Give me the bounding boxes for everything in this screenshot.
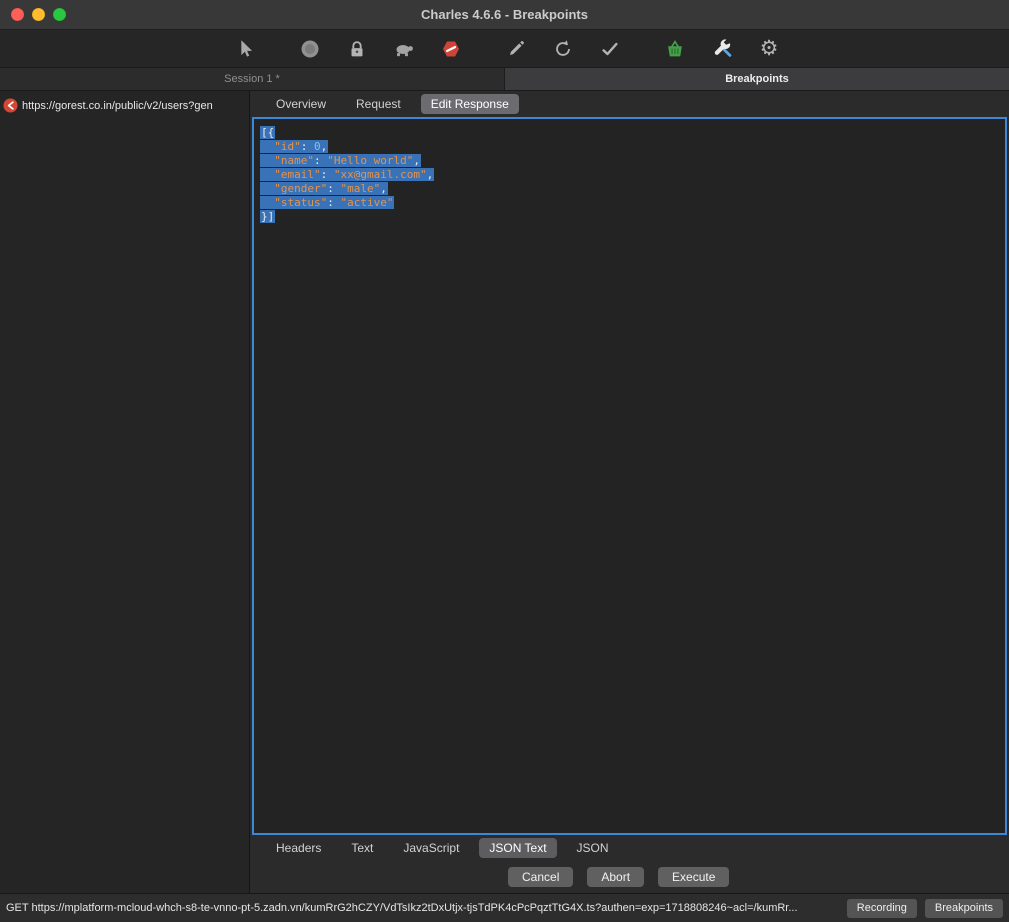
breakpoint-url: https://gorest.co.in/public/v2/users?gen	[22, 100, 213, 112]
execute-button[interactable]: Execute	[658, 867, 729, 887]
window-title: Charles 4.6.6 - Breakpoints	[0, 7, 1009, 22]
tab-breakpoints-window[interactable]: Breakpoints	[505, 68, 1009, 90]
statusbar: GET https://mplatform-mcloud-whch-s8-te-…	[0, 893, 1009, 922]
tab-javascript[interactable]: JavaScript	[393, 838, 469, 858]
format-tabs: Headers Text JavaScript JSON Text JSON	[250, 835, 1009, 860]
breakpoint-hit-icon	[3, 98, 18, 113]
code-line: "gender": "male",	[260, 182, 999, 196]
breakpoint-editor-panel: Overview Request Edit Response [{ "id": 0,…	[250, 91, 1009, 893]
tab-request[interactable]: Request	[346, 94, 411, 114]
cancel-button[interactable]: Cancel	[508, 867, 573, 887]
settings-gear-icon[interactable]: ⚙	[755, 35, 783, 63]
breakpoints-icon[interactable]	[437, 35, 465, 63]
action-row: Cancel Abort Execute	[250, 860, 1009, 893]
close-window-button[interactable]	[11, 8, 24, 21]
edit-tabs: Overview Request Edit Response	[250, 91, 1009, 117]
tab-json-text[interactable]: JSON Text	[479, 838, 556, 858]
titlebar: Charles 4.6.6 - Breakpoints	[0, 0, 1009, 30]
gear-glyph: ⚙	[760, 38, 779, 59]
clear-basket-icon[interactable]	[661, 35, 689, 63]
tools-icon[interactable]	[708, 35, 736, 63]
abort-button[interactable]: Abort	[587, 867, 644, 887]
breakpoints-button[interactable]: Breakpoints	[925, 899, 1003, 918]
charles-window: Charles 4.6.6 - Breakpoints	[0, 0, 1009, 922]
tab-overview[interactable]: Overview	[266, 94, 336, 114]
recording-button[interactable]: Recording	[847, 899, 917, 918]
code-line: "status": "active"	[260, 196, 999, 210]
sidebar: https://gorest.co.in/public/v2/users?gen	[0, 91, 250, 893]
tab-headers[interactable]: Headers	[266, 838, 331, 858]
response-editor[interactable]: [{ "id": 0, "name": "Hello world", "emai…	[252, 117, 1007, 835]
compose-icon[interactable]	[502, 35, 530, 63]
tab-json[interactable]: JSON	[567, 838, 619, 858]
tab-session-1[interactable]: Session 1 *	[0, 68, 505, 90]
lock-icon[interactable]	[343, 35, 371, 63]
code-line: }]	[260, 210, 999, 224]
minimize-window-button[interactable]	[32, 8, 45, 21]
main-area: https://gorest.co.in/public/v2/users?gen…	[0, 91, 1009, 893]
status-request-url: GET https://mplatform-mcloud-whch-s8-te-…	[6, 902, 839, 914]
code-line: "id": 0,	[260, 140, 999, 154]
traffic-lights	[11, 0, 66, 29]
toolbar: ⚙	[0, 30, 1009, 68]
repeat-icon[interactable]	[549, 35, 577, 63]
pointer-icon[interactable]	[231, 35, 259, 63]
breakpoint-url-row[interactable]: https://gorest.co.in/public/v2/users?gen	[0, 95, 249, 116]
code-line: "name": "Hello world",	[260, 154, 999, 168]
record-icon[interactable]	[296, 35, 324, 63]
tab-edit-response[interactable]: Edit Response	[421, 94, 519, 114]
session-tabbar: Session 1 * Breakpoints	[0, 68, 1009, 91]
code-line: "email": "xx@gmail.com",	[260, 168, 999, 182]
tab-text[interactable]: Text	[341, 838, 383, 858]
zoom-window-button[interactable]	[53, 8, 66, 21]
validate-icon[interactable]	[596, 35, 624, 63]
throttle-turtle-icon[interactable]	[390, 35, 418, 63]
code-line: [{	[260, 126, 999, 140]
